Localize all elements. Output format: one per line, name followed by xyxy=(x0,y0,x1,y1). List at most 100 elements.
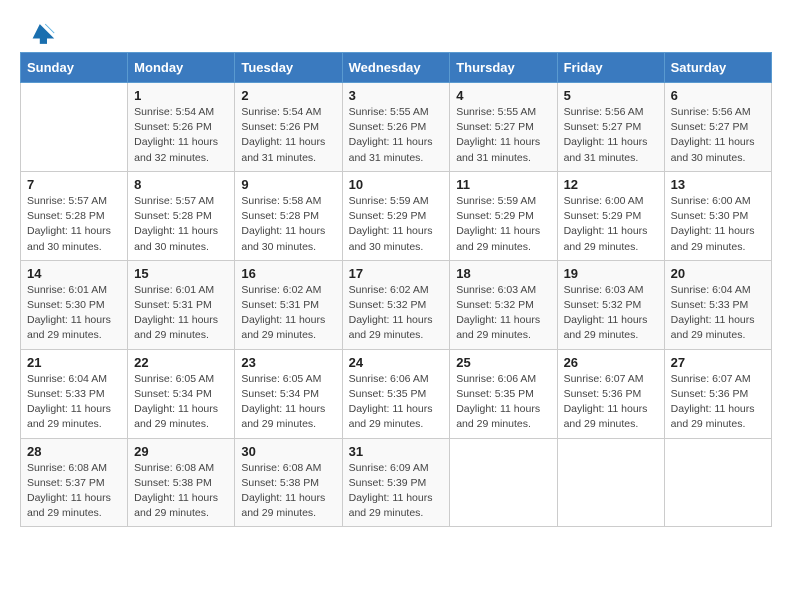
day-info: Sunrise: 6:08 AM Sunset: 5:38 PM Dayligh… xyxy=(241,461,335,522)
day-info: Sunrise: 5:59 AM Sunset: 5:29 PM Dayligh… xyxy=(349,194,444,255)
header-monday: Monday xyxy=(128,53,235,83)
calendar-cell: 3 Sunrise: 5:55 AM Sunset: 5:26 PM Daylig… xyxy=(342,83,450,172)
calendar-cell: 26 Sunrise: 6:07 AM Sunset: 5:36 PM Dayli… xyxy=(557,349,664,438)
calendar-cell: 17 Sunrise: 6:02 AM Sunset: 5:32 PM Dayli… xyxy=(342,260,450,349)
day-info: Sunrise: 5:55 AM Sunset: 5:27 PM Dayligh… xyxy=(456,105,550,166)
calendar-cell: 18 Sunrise: 6:03 AM Sunset: 5:32 PM Dayli… xyxy=(450,260,557,349)
calendar-table: SundayMondayTuesdayWednesdayThursdayFrid… xyxy=(20,52,772,527)
logo xyxy=(20,20,60,48)
header-tuesday: Tuesday xyxy=(235,53,342,83)
calendar-cell: 27 Sunrise: 6:07 AM Sunset: 5:36 PM Dayli… xyxy=(664,349,771,438)
day-number: 26 xyxy=(564,355,658,370)
day-info: Sunrise: 6:05 AM Sunset: 5:34 PM Dayligh… xyxy=(134,372,228,433)
day-number: 8 xyxy=(134,177,228,192)
day-number: 9 xyxy=(241,177,335,192)
calendar-cell: 12 Sunrise: 6:00 AM Sunset: 5:29 PM Dayli… xyxy=(557,171,664,260)
day-number: 6 xyxy=(671,88,765,103)
calendar-cell: 21 Sunrise: 6:04 AM Sunset: 5:33 PM Dayli… xyxy=(21,349,128,438)
day-number: 22 xyxy=(134,355,228,370)
calendar-cell: 11Sunrise: 5:59 AM Sunset: 5:29 PM Dayli… xyxy=(450,171,557,260)
calendar-cell: 14 Sunrise: 6:01 AM Sunset: 5:30 PM Dayli… xyxy=(21,260,128,349)
day-info: Sunrise: 5:54 AM Sunset: 5:26 PM Dayligh… xyxy=(134,105,228,166)
day-number: 31 xyxy=(349,444,444,459)
day-number: 20 xyxy=(671,266,765,281)
calendar-cell xyxy=(21,83,128,172)
header-thursday: Thursday xyxy=(450,53,557,83)
day-info: Sunrise: 5:55 AM Sunset: 5:26 PM Dayligh… xyxy=(349,105,444,166)
week-row-4: 21 Sunrise: 6:04 AM Sunset: 5:33 PM Dayli… xyxy=(21,349,772,438)
day-info: Sunrise: 6:02 AM Sunset: 5:31 PM Dayligh… xyxy=(241,283,335,344)
day-number: 12 xyxy=(564,177,658,192)
day-info: Sunrise: 5:57 AM Sunset: 5:28 PM Dayligh… xyxy=(134,194,228,255)
header-wednesday: Wednesday xyxy=(342,53,450,83)
day-number: 19 xyxy=(564,266,658,281)
calendar-cell: 22 Sunrise: 6:05 AM Sunset: 5:34 PM Dayli… xyxy=(128,349,235,438)
calendar-cell: 19 Sunrise: 6:03 AM Sunset: 5:32 PM Dayli… xyxy=(557,260,664,349)
week-row-1: 1 Sunrise: 5:54 AM Sunset: 5:26 PM Daylig… xyxy=(21,83,772,172)
calendar-cell: 9 Sunrise: 5:58 AM Sunset: 5:28 PM Daylig… xyxy=(235,171,342,260)
day-info: Sunrise: 5:54 AM Sunset: 5:26 PM Dayligh… xyxy=(241,105,335,166)
day-info: Sunrise: 6:07 AM Sunset: 5:36 PM Dayligh… xyxy=(564,372,658,433)
day-number: 15 xyxy=(134,266,228,281)
day-number: 13 xyxy=(671,177,765,192)
day-info: Sunrise: 6:06 AM Sunset: 5:35 PM Dayligh… xyxy=(456,372,550,433)
day-info: Sunrise: 6:00 AM Sunset: 5:29 PM Dayligh… xyxy=(564,194,658,255)
calendar-cell: 15Sunrise: 6:01 AM Sunset: 5:31 PM Dayli… xyxy=(128,260,235,349)
day-number: 28 xyxy=(27,444,121,459)
day-number: 10 xyxy=(349,177,444,192)
day-number: 25 xyxy=(456,355,550,370)
calendar-cell: 2 Sunrise: 5:54 AM Sunset: 5:26 PM Daylig… xyxy=(235,83,342,172)
calendar-cell xyxy=(557,438,664,527)
calendar-cell: 6 Sunrise: 5:56 AM Sunset: 5:27 PM Daylig… xyxy=(664,83,771,172)
day-info: Sunrise: 6:05 AM Sunset: 5:34 PM Dayligh… xyxy=(241,372,335,433)
calendar-cell: 7Sunrise: 5:57 AM Sunset: 5:28 PM Daylig… xyxy=(21,171,128,260)
day-number: 16 xyxy=(241,266,335,281)
calendar-cell: 28 Sunrise: 6:08 AM Sunset: 5:37 PM Dayli… xyxy=(21,438,128,527)
day-number: 4 xyxy=(456,88,550,103)
day-info: Sunrise: 6:04 AM Sunset: 5:33 PM Dayligh… xyxy=(27,372,121,433)
day-number: 1 xyxy=(134,88,228,103)
header-saturday: Saturday xyxy=(664,53,771,83)
week-row-3: 14 Sunrise: 6:01 AM Sunset: 5:30 PM Dayli… xyxy=(21,260,772,349)
day-number: 14 xyxy=(27,266,121,281)
day-number: 2 xyxy=(241,88,335,103)
day-info: Sunrise: 6:06 AM Sunset: 5:35 PM Dayligh… xyxy=(349,372,444,433)
day-info: Sunrise: 5:56 AM Sunset: 5:27 PM Dayligh… xyxy=(564,105,658,166)
day-info: Sunrise: 6:07 AM Sunset: 5:36 PM Dayligh… xyxy=(671,372,765,433)
calendar-cell: 25 Sunrise: 6:06 AM Sunset: 5:35 PM Dayli… xyxy=(450,349,557,438)
calendar-cell xyxy=(450,438,557,527)
day-number: 24 xyxy=(349,355,444,370)
week-row-2: 7Sunrise: 5:57 AM Sunset: 5:28 PM Daylig… xyxy=(21,171,772,260)
header-sunday: Sunday xyxy=(21,53,128,83)
calendar-cell: 5 Sunrise: 5:56 AM Sunset: 5:27 PM Daylig… xyxy=(557,83,664,172)
day-number: 23 xyxy=(241,355,335,370)
day-info: Sunrise: 6:08 AM Sunset: 5:38 PM Dayligh… xyxy=(134,461,228,522)
day-number: 3 xyxy=(349,88,444,103)
calendar-cell: 20Sunrise: 6:04 AM Sunset: 5:33 PM Dayli… xyxy=(664,260,771,349)
day-number: 18 xyxy=(456,266,550,281)
calendar-cell: 24 Sunrise: 6:06 AM Sunset: 5:35 PM Dayli… xyxy=(342,349,450,438)
day-info: Sunrise: 6:03 AM Sunset: 5:32 PM Dayligh… xyxy=(456,283,550,344)
day-info: Sunrise: 6:00 AM Sunset: 5:30 PM Dayligh… xyxy=(671,194,765,255)
calendar-cell: 1 Sunrise: 5:54 AM Sunset: 5:26 PM Daylig… xyxy=(128,83,235,172)
day-info: Sunrise: 6:08 AM Sunset: 5:37 PM Dayligh… xyxy=(27,461,121,522)
day-info: Sunrise: 5:57 AM Sunset: 5:28 PM Dayligh… xyxy=(27,194,121,255)
day-number: 27 xyxy=(671,355,765,370)
calendar-cell: 8 Sunrise: 5:57 AM Sunset: 5:28 PM Daylig… xyxy=(128,171,235,260)
page-container: SundayMondayTuesdayWednesdayThursdayFrid… xyxy=(20,20,772,527)
header-friday: Friday xyxy=(557,53,664,83)
calendar-cell xyxy=(664,438,771,527)
day-info: Sunrise: 5:58 AM Sunset: 5:28 PM Dayligh… xyxy=(241,194,335,255)
day-number: 17 xyxy=(349,266,444,281)
calendar-cell: 4 Sunrise: 5:55 AM Sunset: 5:27 PM Daylig… xyxy=(450,83,557,172)
day-info: Sunrise: 6:01 AM Sunset: 5:30 PM Dayligh… xyxy=(27,283,121,344)
week-row-5: 28 Sunrise: 6:08 AM Sunset: 5:37 PM Dayli… xyxy=(21,438,772,527)
day-info: Sunrise: 6:03 AM Sunset: 5:32 PM Dayligh… xyxy=(564,283,658,344)
day-info: Sunrise: 6:02 AM Sunset: 5:32 PM Dayligh… xyxy=(349,283,444,344)
day-number: 21 xyxy=(27,355,121,370)
day-number: 5 xyxy=(564,88,658,103)
day-info: Sunrise: 5:56 AM Sunset: 5:27 PM Dayligh… xyxy=(671,105,765,166)
day-info: Sunrise: 5:59 AM Sunset: 5:29 PM Dayligh… xyxy=(456,194,550,255)
day-number: 29 xyxy=(134,444,228,459)
calendar-cell: 23 Sunrise: 6:05 AM Sunset: 5:34 PM Dayli… xyxy=(235,349,342,438)
